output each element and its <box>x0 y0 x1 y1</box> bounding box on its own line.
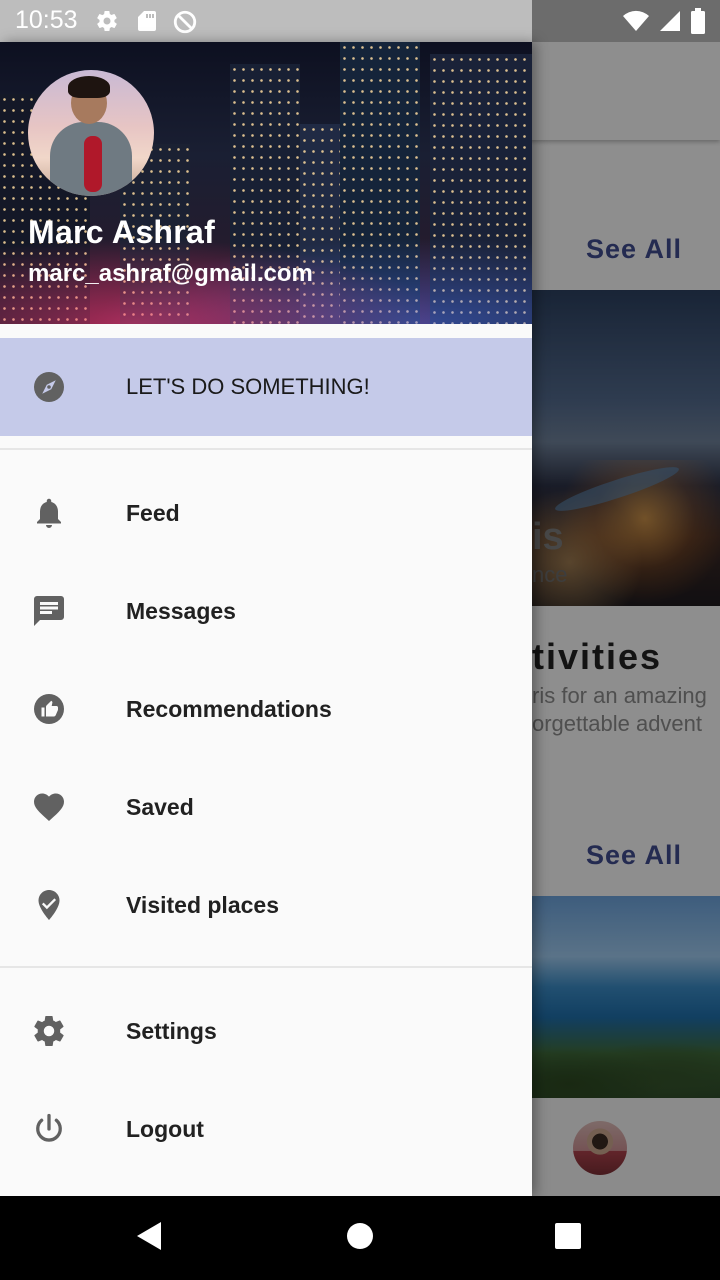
menu-label: Visited places <box>126 892 279 918</box>
message-icon <box>31 593 67 629</box>
compass-icon <box>31 369 67 405</box>
bell-icon <box>31 495 67 531</box>
user-name: Marc Ashraf <box>28 214 216 250</box>
avatar-skateboard <box>84 136 102 192</box>
navigation-drawer: Marc Ashraf marc_ashraf@gmail.com LET'S … <box>0 42 532 1196</box>
menu-label: Logout <box>126 1116 204 1142</box>
place-check-icon <box>31 887 67 923</box>
home-icon <box>346 1222 374 1255</box>
back-icon <box>135 1220 165 1257</box>
menu-item-visited-places[interactable]: Visited places <box>0 856 532 954</box>
sd-card-icon <box>136 9 158 38</box>
power-icon <box>31 1111 67 1147</box>
menu-item-feed[interactable]: Feed <box>0 464 532 562</box>
menu-item-saved[interactable]: Saved <box>0 758 532 856</box>
battery-icon <box>690 8 706 39</box>
sync-disabled-icon <box>172 9 198 40</box>
thumb-up-icon <box>31 691 67 727</box>
status-bar-left <box>0 0 532 42</box>
menu-item-settings[interactable]: Settings <box>0 982 532 1080</box>
menu-label: Recommendations <box>126 696 332 722</box>
divider <box>0 448 532 450</box>
menu-item-recommendations[interactable]: Recommendations <box>0 660 532 758</box>
drawer-header: Marc Ashraf marc_ashraf@gmail.com <box>0 42 532 324</box>
heart-icon <box>31 789 67 825</box>
system-nav-bar <box>0 1196 720 1280</box>
menu-label: Messages <box>126 598 236 624</box>
status-bar: 10:53 <box>0 0 720 42</box>
home-button[interactable] <box>320 1196 400 1280</box>
menu-item-logout[interactable]: Logout <box>0 1080 532 1178</box>
gear-icon <box>31 1013 67 1049</box>
user-email: marc_ashraf@gmail.com <box>28 260 313 287</box>
avatar-hair <box>68 76 110 98</box>
screen: See All is nce tivities ris for an amazi… <box>0 0 720 1280</box>
menu-item-lets-do-something[interactable]: LET'S DO SOMETHING! <box>0 338 532 436</box>
menu-label: LET'S DO SOMETHING! <box>126 374 370 399</box>
wifi-icon <box>622 9 650 38</box>
menu-label: Saved <box>126 794 194 820</box>
cell-signal-icon <box>658 9 682 38</box>
menu-item-messages[interactable]: Messages <box>0 562 532 660</box>
profile-avatar[interactable] <box>28 70 154 196</box>
divider <box>0 966 532 968</box>
status-time: 10:53 <box>15 6 78 34</box>
menu-label: Feed <box>126 500 180 526</box>
menu-label: Settings <box>126 1018 217 1044</box>
back-button[interactable] <box>110 1196 190 1280</box>
recents-icon <box>554 1222 582 1255</box>
settings-icon <box>95 9 119 38</box>
recents-button[interactable] <box>528 1196 608 1280</box>
